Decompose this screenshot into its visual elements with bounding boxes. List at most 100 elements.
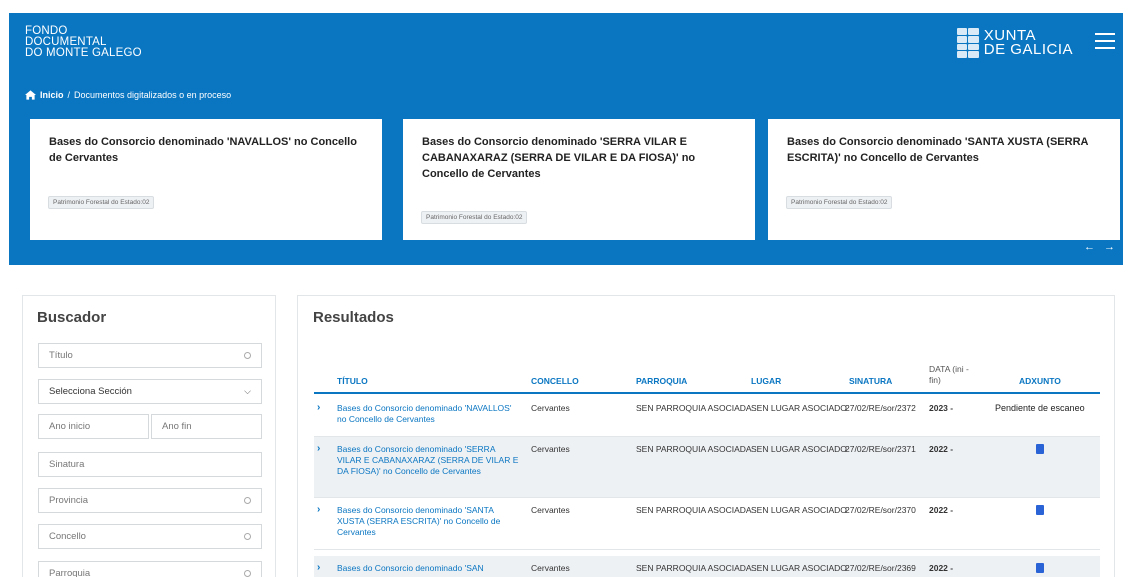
header-banner: FONDO DOCUMENTAL DO MONTE GALEGO XUNTA D…: [9, 13, 1123, 265]
results-panel: Resultados TÍTULO CONCELLO PARROQUIA LUG…: [297, 295, 1115, 577]
arrow-right-icon[interactable]: →: [1104, 241, 1115, 253]
title-input-placeholder: Título: [49, 350, 73, 361]
title-input[interactable]: Título: [38, 343, 262, 368]
row-date: 2022 -: [929, 563, 954, 573]
row-title-line: Bases do Consorcio denominado 'NAVALLOS': [337, 403, 512, 413]
row-title-line: DA FIOSA)' no Concello de Cervantes: [337, 466, 481, 476]
row-title-line: XUSTA (SERRA ESCRITA)' no Concello de: [337, 516, 501, 526]
row-lugar: SEN LUGAR ASOCIADO: [751, 505, 847, 515]
card-title: Bases do Consorcio denominado 'SERRA VIL…: [422, 136, 696, 180]
row-date: 2022 -: [929, 444, 954, 454]
col-header-date-line: fin): [929, 375, 941, 385]
breadcrumb-home-link[interactable]: Inicio: [40, 90, 64, 100]
brand-line: DO MONTE GALEGO: [25, 47, 142, 59]
section-select[interactable]: Selecciona Sección ⌵: [38, 379, 262, 404]
row-concello: Cervantes: [531, 505, 570, 515]
breadcrumb: Inicio / Documentos digitalizados o en p…: [25, 90, 231, 100]
table-row[interactable]: › Bases do Consorcio denominado 'NAVALLO…: [314, 396, 1100, 437]
row-title-link[interactable]: Bases do Consorcio denominado 'SANTA XUS…: [337, 505, 522, 538]
row-parroquia: SEN PARROQUIA ASOCIADA: [636, 505, 752, 515]
col-header-date[interactable]: DATA (ini - fin): [929, 364, 969, 386]
featured-card[interactable]: Bases do Consorcio denominado 'NAVALLOS'…: [30, 119, 382, 240]
chevron-right-icon[interactable]: ›: [317, 443, 320, 454]
col-header-date-line: DATA (ini -: [929, 364, 969, 374]
row-attachment[interactable]: [1036, 505, 1044, 518]
xunta-line: DE GALICIA: [983, 41, 1073, 58]
chevron-down-icon: ⌵: [244, 386, 251, 396]
section-select-label: Selecciona Sección: [49, 386, 132, 397]
row-concello: Cervantes: [531, 403, 570, 413]
row-attachment[interactable]: [1036, 563, 1044, 576]
year-end-placeholder: Ano fin: [162, 421, 192, 432]
featured-card[interactable]: Bases do Consorcio denominado 'SANTA XUS…: [768, 119, 1120, 240]
breadcrumb-separator: /: [67, 90, 71, 100]
pdf-icon[interactable]: [1036, 563, 1044, 573]
row-lugar: SEN LUGAR ASOCIADO: [751, 563, 847, 573]
parish-placeholder: Parroquia: [49, 568, 91, 577]
col-header-lugar[interactable]: LUGAR: [751, 376, 781, 386]
row-sinatura: 27/02/RE/sor/2370: [845, 505, 916, 515]
row-attachment-status: Pendiente de escaneo: [995, 403, 1085, 413]
row-title-link[interactable]: Bases do Consorcio denominado 'SAN: [337, 563, 522, 574]
table-row[interactable]: › Bases do Consorcio denominado 'SAN Cer…: [314, 556, 1100, 577]
province-input[interactable]: Provincia: [38, 488, 262, 513]
row-title-link[interactable]: Bases do Consorcio denominado 'NAVALLOS'…: [337, 403, 522, 425]
row-title-link[interactable]: Bases do Consorcio denominado 'SERRA VIL…: [337, 444, 522, 477]
xunta-emblem-icon: [956, 28, 979, 58]
chevron-right-icon[interactable]: ›: [317, 562, 320, 573]
breadcrumb-current: Documentos digitalizados o en proceso: [74, 90, 232, 100]
arrow-left-icon[interactable]: ←: [1084, 241, 1095, 253]
table-row[interactable]: › Bases do Consorcio denominado 'SERRA V…: [314, 437, 1100, 498]
parish-input[interactable]: Parroquia: [38, 561, 262, 577]
row-sinatura: 27/02/RE/sor/2371: [845, 444, 916, 454]
clear-icon[interactable]: [244, 352, 251, 359]
col-header-attachment: ADXUNTO: [1019, 376, 1061, 386]
table-row[interactable]: › Bases do Consorcio denominado 'SANTA X…: [314, 498, 1100, 550]
clear-icon[interactable]: [244, 570, 251, 577]
hamburger-menu-icon[interactable]: [1095, 33, 1115, 49]
pdf-icon[interactable]: [1036, 505, 1044, 515]
row-sinatura: 27/02/RE/sor/2369: [845, 563, 916, 573]
results-title: Resultados: [313, 309, 394, 326]
home-icon: [25, 90, 36, 100]
card-tag: Patrimonio Forestal do Estado:02: [786, 196, 893, 209]
year-start-input[interactable]: Ano inicio: [38, 414, 149, 439]
row-lugar: SEN LUGAR ASOCIADO: [751, 444, 847, 454]
municipality-input[interactable]: Concello: [38, 524, 262, 549]
xunta-logo[interactable]: XUNTA DE GALICIA: [956, 28, 1073, 58]
card-tag: Patrimonio Forestal do Estado:02: [421, 211, 528, 224]
card-title: Bases do Consorcio denominado 'NAVALLOS'…: [49, 136, 357, 164]
signature-placeholder: Sinatura: [49, 459, 85, 470]
row-title-line: Cervantes: [337, 527, 376, 537]
signature-input[interactable]: Sinatura: [38, 452, 262, 477]
year-start-placeholder: Ano inicio: [49, 421, 91, 432]
row-title-line: VILAR E CABANAXARAZ (SERRA DE VILAR E: [337, 455, 519, 465]
province-placeholder: Provincia: [49, 495, 89, 506]
site-brand[interactable]: FONDO DOCUMENTAL DO MONTE GALEGO: [25, 25, 142, 59]
col-header-concello[interactable]: CONCELLO: [531, 376, 579, 386]
row-parroquia: SEN PARROQUIA ASOCIADA: [636, 563, 752, 573]
pdf-icon[interactable]: [1036, 444, 1044, 454]
featured-cards: Bases do Consorcio denominado 'NAVALLOS'…: [30, 119, 1124, 240]
col-header-parroquia[interactable]: PARROQUIA: [636, 376, 687, 386]
col-header-title[interactable]: TÍTULO: [337, 376, 368, 386]
municipality-placeholder: Concello: [49, 531, 86, 542]
row-parroquia: SEN PARROQUIA ASOCIADA: [636, 444, 752, 454]
card-tag: Patrimonio Forestal do Estado:02: [48, 196, 155, 209]
chevron-right-icon[interactable]: ›: [317, 402, 320, 413]
row-parroquia: SEN PARROQUIA ASOCIADA: [636, 403, 752, 413]
clear-icon[interactable]: [244, 533, 251, 540]
row-lugar: SEN LUGAR ASOCIADO: [751, 403, 847, 413]
row-attachment[interactable]: [1036, 444, 1044, 457]
row-date: 2022 -: [929, 505, 954, 515]
row-title-line: Bases do Consorcio denominado 'SANTA: [337, 505, 494, 515]
featured-card[interactable]: Bases do Consorcio denominado 'SERRA VIL…: [403, 119, 755, 240]
row-title-line: Bases do Consorcio denominado 'SAN: [337, 563, 484, 573]
chevron-right-icon[interactable]: ›: [317, 504, 320, 515]
clear-icon[interactable]: [244, 497, 251, 504]
year-end-input[interactable]: Ano fin: [151, 414, 262, 439]
card-title: Bases do Consorcio denominado 'SANTA XUS…: [787, 136, 1089, 164]
col-header-sinatura[interactable]: SINATURA: [849, 376, 892, 386]
results-table-header: TÍTULO CONCELLO PARROQUIA LUGAR SINATURA…: [314, 354, 1100, 394]
search-title: Buscador: [37, 309, 107, 326]
